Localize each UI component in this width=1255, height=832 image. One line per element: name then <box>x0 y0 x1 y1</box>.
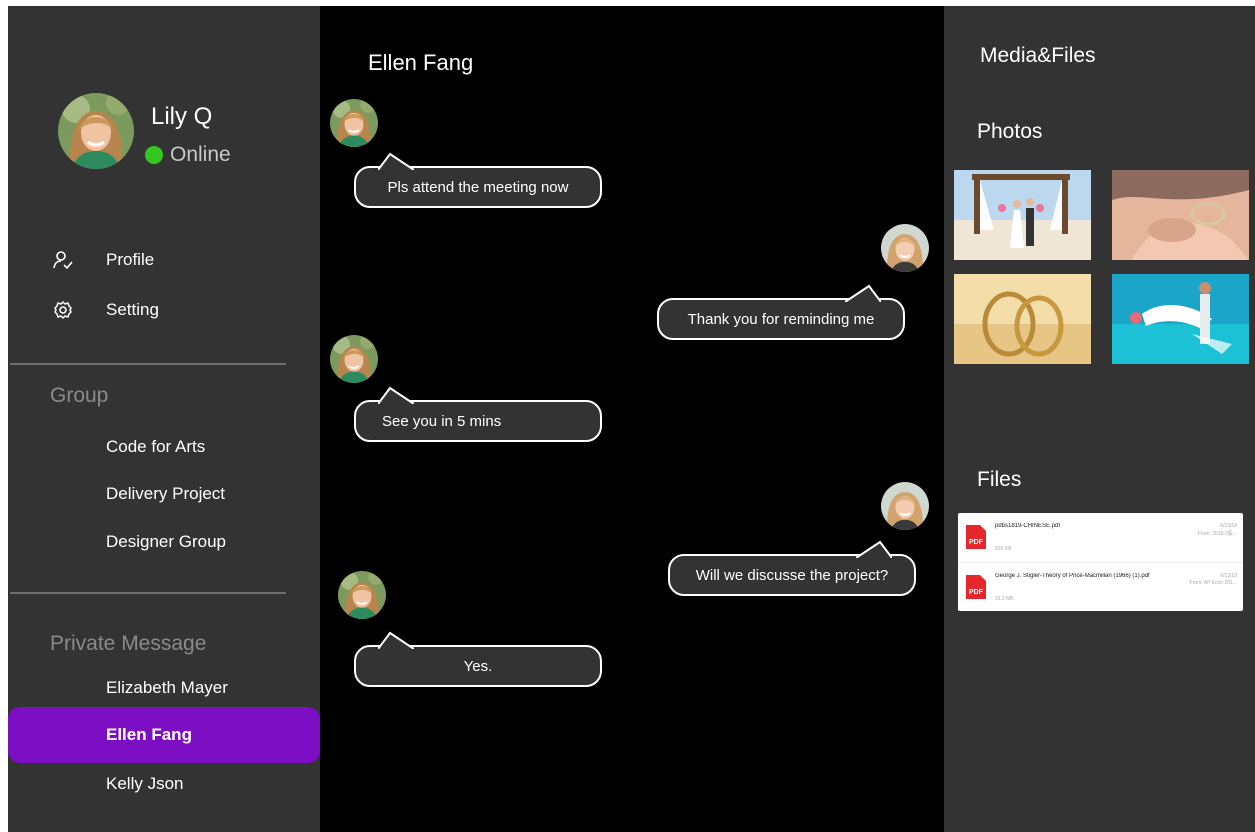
my-avatar[interactable] <box>881 482 929 530</box>
photo-thumbnail[interactable] <box>1112 170 1249 260</box>
file-date: 6/13/18 <box>1220 523 1237 529</box>
nav-profile-label: Profile <box>106 250 155 269</box>
message-bubble: Will we discusse the project? <box>668 540 916 596</box>
online-status-icon <box>145 146 163 164</box>
group-item[interactable]: Delivery Project <box>8 471 320 517</box>
file-size: 16.2 MB <box>995 596 1014 602</box>
group-item-label: Code for Arts <box>106 437 206 456</box>
nav-profile[interactable]: Profile <box>52 245 154 275</box>
private-item-label: Kelly Json <box>106 774 184 793</box>
photo-thumbnail[interactable] <box>954 170 1091 260</box>
chat-title: Ellen Fang <box>368 50 474 75</box>
contact-avatar[interactable] <box>330 335 378 383</box>
file-name: George J. Stigler-Theory of Price-Macmil… <box>995 573 1150 579</box>
user-check-icon <box>53 251 73 270</box>
private-item-label: Ellen Fang <box>106 725 192 744</box>
chat-panel: Ellen Fang Pls attend the meeting now Th… <box>320 6 944 832</box>
message-text: Yes. <box>463 657 493 675</box>
sidebar: Lily Q Online Profile Setting Group Code… <box>8 6 320 832</box>
photo-thumbnail[interactable] <box>954 274 1091 364</box>
pdf-file-icon: PDF <box>966 575 986 599</box>
file-item[interactable]: PDF George J. Stigler-Theory of Price-Ma… <box>958 562 1243 611</box>
nav-setting[interactable]: Setting <box>52 295 159 325</box>
message-bubble: See you in 5 mins <box>354 386 602 442</box>
my-avatar[interactable] <box>881 224 929 272</box>
media-title: Media&Files <box>980 44 1096 67</box>
message-text: Pls attend the meeting now <box>387 178 569 196</box>
file-date: 6/13/18 <box>1220 573 1237 579</box>
divider <box>10 363 286 365</box>
pdf-file-icon: PDF <box>966 525 986 549</box>
file-source: From: AP Econ 201... <box>1189 580 1237 586</box>
message-bubble: Thank you for reminding me <box>657 284 905 340</box>
nav-setting-label: Setting <box>106 300 159 319</box>
contact-avatar[interactable] <box>330 99 378 147</box>
message-text: Thank you for reminding me <box>687 310 875 328</box>
group-item-label: Designer Group <box>106 532 227 551</box>
user-name: Lily Q <box>151 103 213 130</box>
file-size: 826 KB <box>995 546 1012 552</box>
group-item-label: Delivery Project <box>106 484 226 503</box>
user-avatar[interactable] <box>58 93 134 169</box>
private-item-label: Elizabeth Mayer <box>106 678 228 697</box>
message-text: See you in 5 mins <box>382 412 502 430</box>
photos-title: Photos <box>977 120 1043 143</box>
photo-thumbnail[interactable] <box>1112 274 1249 364</box>
files-list: PDF pdbs1819-CHINESE.pdf 826 KB 6/13/18 … <box>958 513 1243 611</box>
message-text: Will we discusse the project? <box>695 566 889 584</box>
group-item[interactable]: Designer Group <box>8 519 320 565</box>
gear-icon <box>54 301 72 319</box>
group-section-title: Group <box>50 384 109 407</box>
private-item[interactable]: Kelly Json <box>8 761 320 807</box>
private-section-title: Private Message <box>50 632 207 655</box>
divider <box>10 592 286 594</box>
message-bubble: Yes. <box>354 631 602 687</box>
file-item[interactable]: PDF pdbs1819-CHINESE.pdf 826 KB 6/13/18 … <box>958 513 1243 561</box>
group-item[interactable]: Code for Arts <box>8 424 320 470</box>
contact-avatar[interactable] <box>338 571 386 619</box>
user-status: Online <box>170 143 231 166</box>
private-item-active[interactable]: Ellen Fang <box>8 707 320 763</box>
private-item[interactable]: Elizabeth Mayer <box>8 665 320 711</box>
files-title: Files <box>977 468 1022 491</box>
media-panel: Media&Files Photos Files PDF pdbs1819-CH… <box>944 6 1255 832</box>
file-name: pdbs1819-CHINESE.pdf <box>995 523 1061 529</box>
file-source: From: 2018-2股... <box>1197 531 1237 537</box>
message-bubble: Pls attend the meeting now <box>354 152 602 208</box>
chat-app: Lily Q Online Profile Setting Group Code… <box>8 6 1255 832</box>
